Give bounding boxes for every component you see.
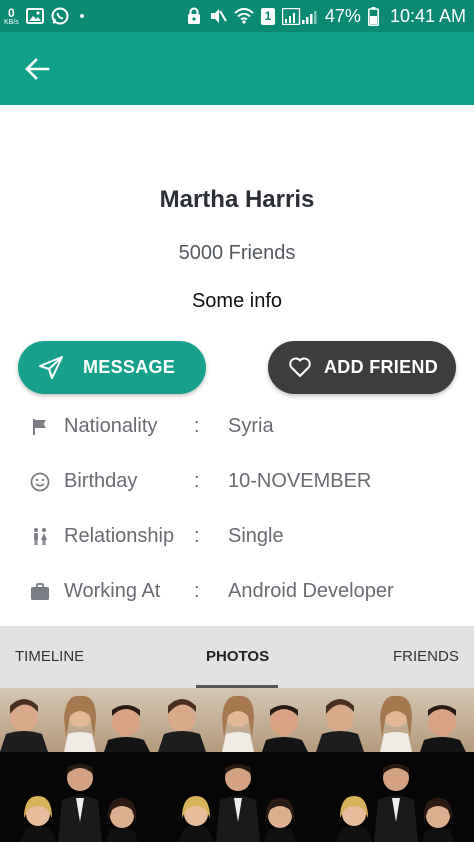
- detail-row-working-at: Working At : Android Developer: [0, 572, 474, 612]
- photo-thumbnail[interactable]: [0, 752, 158, 842]
- status-bar: 0 KB/s 1 47% 10:41 AM: [0, 0, 474, 32]
- signal-icon: [281, 7, 318, 25]
- app-bar: [0, 32, 474, 105]
- flag-icon: [28, 415, 52, 439]
- gallery-icon: [25, 8, 44, 24]
- network-speed-value: 0: [8, 5, 15, 20]
- profile-name: Martha Harris: [159, 186, 315, 213]
- photo-thumbnail[interactable]: [316, 752, 474, 842]
- status-right: 1 47% 10:41 AM: [186, 6, 466, 27]
- couple-icon: [28, 525, 52, 549]
- friends-count: 5000 Friends: [178, 242, 296, 264]
- photo-thumbnail[interactable]: [0, 688, 158, 752]
- tab-friends[interactable]: FRIENDS: [393, 648, 459, 665]
- add-friend-button-label: ADD FRIEND: [324, 357, 438, 377]
- message-button-label: MESSAGE: [83, 357, 176, 377]
- tab-photos[interactable]: PHOTOS: [206, 648, 269, 665]
- detail-value: 10-NOVEMBER: [228, 470, 372, 492]
- detail-separator: :: [194, 470, 200, 492]
- tab-bar: TIMELINE PHOTOS FRIENDS: [0, 626, 474, 688]
- whatsapp-icon: [51, 7, 69, 25]
- smiley-icon: [28, 470, 52, 494]
- detail-separator: :: [194, 525, 200, 547]
- message-button[interactable]: MESSAGE: [18, 341, 206, 394]
- detail-separator: :: [194, 580, 200, 602]
- detail-row-relationship: Relationship : Single: [0, 517, 474, 557]
- detail-label: Nationality: [64, 415, 158, 437]
- network-speed-unit: KB/s: [4, 18, 19, 26]
- notification-dot-icon: [79, 14, 84, 18]
- wifi-icon: [234, 8, 254, 24]
- detail-label: Relationship: [64, 525, 175, 547]
- network-speed: 0 KB/s: [4, 7, 19, 26]
- battery-icon: [367, 6, 379, 26]
- detail-row-nationality: Nationality : Syria: [0, 407, 474, 447]
- detail-separator: :: [194, 415, 200, 437]
- photo-row: [0, 688, 474, 752]
- detail-label: Birthday: [64, 470, 138, 492]
- lock-rotation-icon: [186, 7, 202, 25]
- send-icon: [38, 355, 64, 386]
- profile-info: Some info: [191, 290, 283, 312]
- photo-thumbnail[interactable]: [158, 688, 316, 752]
- clock: 10:41 AM: [389, 5, 466, 26]
- photo-thumbnail[interactable]: [316, 688, 474, 752]
- back-button[interactable]: [20, 52, 54, 86]
- sim-badge-number: 1: [264, 9, 272, 23]
- detail-label: Working At: [64, 580, 161, 602]
- add-friend-button[interactable]: ADD FRIEND: [268, 341, 456, 394]
- status-left: 0 KB/s: [4, 7, 84, 26]
- photo-grid: [0, 688, 474, 842]
- detail-row-birthday: Birthday : 10-NOVEMBER: [0, 462, 474, 502]
- arrow-left-icon: [25, 58, 50, 80]
- sim-badge-icon: 1: [260, 7, 275, 25]
- heart-icon: [288, 356, 312, 383]
- photo-row: [0, 752, 474, 842]
- detail-value: Syria: [228, 415, 274, 437]
- briefcase-icon: [28, 580, 52, 604]
- battery-percent: 47%: [324, 5, 361, 26]
- detail-value: Android Developer: [228, 580, 394, 602]
- mute-icon: [209, 7, 227, 25]
- detail-value: Single: [228, 525, 284, 547]
- tab-timeline[interactable]: TIMELINE: [15, 648, 84, 665]
- photo-thumbnail[interactable]: [158, 752, 316, 842]
